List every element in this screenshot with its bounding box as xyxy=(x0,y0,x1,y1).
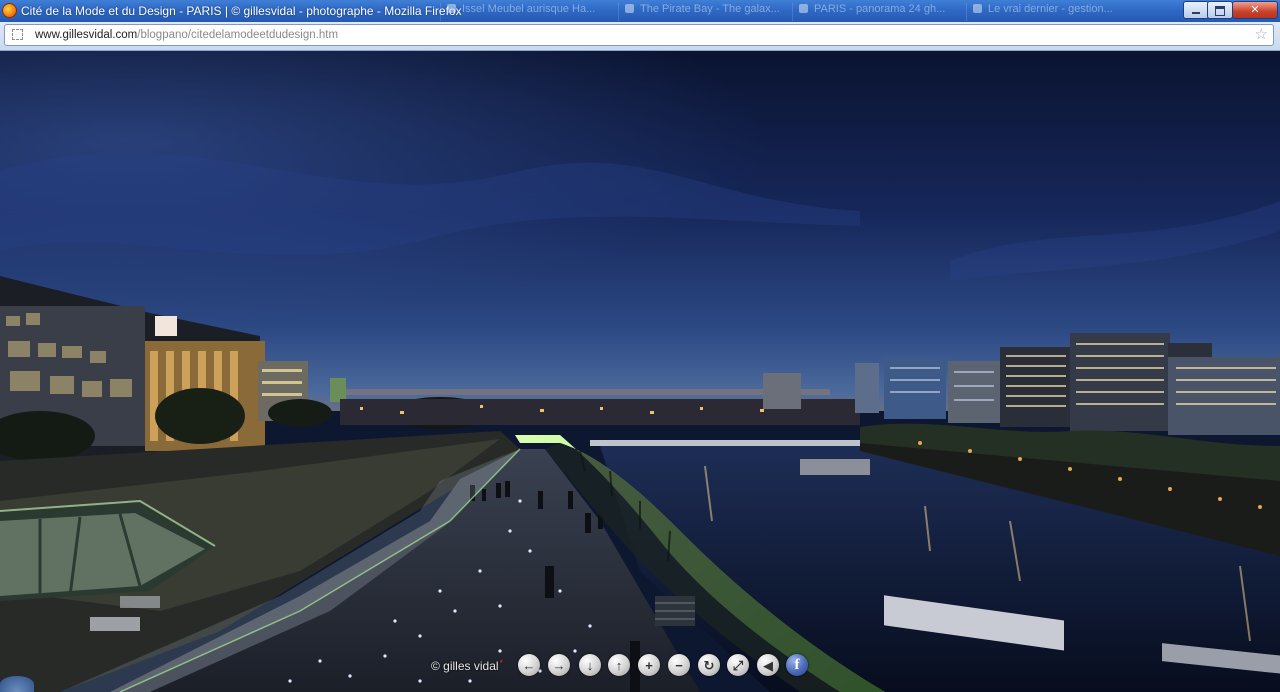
tab-favicon-icon xyxy=(973,4,982,13)
tab-favicon-icon xyxy=(799,4,808,13)
minus-icon: − xyxy=(675,657,683,673)
pan-up-button[interactable]: ↑ xyxy=(608,654,630,676)
background-tab[interactable]: PARIS - panorama 24 gh... xyxy=(792,3,945,21)
facebook-icon: f xyxy=(794,656,800,673)
panorama-image[interactable] xyxy=(0,51,1280,692)
speaker-icon: ◀ xyxy=(763,657,773,673)
autorotate-button[interactable]: ↻ xyxy=(698,654,720,676)
background-tab[interactable]: Issel Meubel aurisque Ha... xyxy=(440,3,595,21)
pan-down-button[interactable]: ↓ xyxy=(579,654,601,676)
tab-favicon-icon xyxy=(625,4,634,13)
copyright-notice[interactable]: © gilles vidal* xyxy=(431,658,503,673)
bookmark-star-icon[interactable]: ☆ xyxy=(1255,26,1268,44)
tab-favicon-icon xyxy=(447,4,456,13)
address-bar[interactable]: www.gillesvidal.com/blogpano/citedelamod… xyxy=(4,24,1274,46)
rotate-icon: ↻ xyxy=(703,657,715,673)
arrow-left-icon: ← xyxy=(522,657,536,673)
pan-left-button[interactable]: ← xyxy=(518,654,540,676)
arrow-down-icon: ↓ xyxy=(586,657,594,673)
minimize-button[interactable] xyxy=(1183,1,1209,19)
pan-right-button[interactable]: → xyxy=(548,654,570,676)
panorama-viewer[interactable] xyxy=(0,51,1280,692)
arrow-up-icon: ↑ xyxy=(615,657,623,673)
plus-icon: + xyxy=(645,657,653,673)
facebook-button[interactable]: f xyxy=(786,654,808,676)
close-window-button[interactable] xyxy=(1232,1,1278,19)
sound-button[interactable]: ◀ xyxy=(757,654,779,676)
background-tab[interactable]: The Pirate Bay - The galax... xyxy=(618,3,780,21)
window-title-bar[interactable]: Cité de la Mode et du Design - PARIS | ©… xyxy=(0,0,1280,22)
arrow-right-icon: → xyxy=(552,657,566,673)
maximize-button[interactable] xyxy=(1207,1,1233,19)
start-orb-icon[interactable] xyxy=(0,676,34,692)
copyright-marker-icon: * xyxy=(499,658,504,668)
navigation-toolbar: www.gillesvidal.com/blogpano/citedelamod… xyxy=(0,22,1280,51)
url-text[interactable]: www.gillesvidal.com/blogpano/citedelamod… xyxy=(35,29,338,41)
page-identity-icon[interactable] xyxy=(12,29,23,40)
fullscreen-icon: ⤢ xyxy=(732,657,744,673)
fullscreen-button[interactable]: ⤢ xyxy=(727,654,749,676)
firefox-icon xyxy=(2,3,17,18)
background-tab[interactable]: Le vrai dernier - gestion... xyxy=(966,3,1113,21)
zoom-out-button[interactable]: − xyxy=(668,654,690,676)
window-title: Cité de la Mode et du Design - PARIS | ©… xyxy=(21,4,462,18)
zoom-in-button[interactable]: + xyxy=(638,654,660,676)
